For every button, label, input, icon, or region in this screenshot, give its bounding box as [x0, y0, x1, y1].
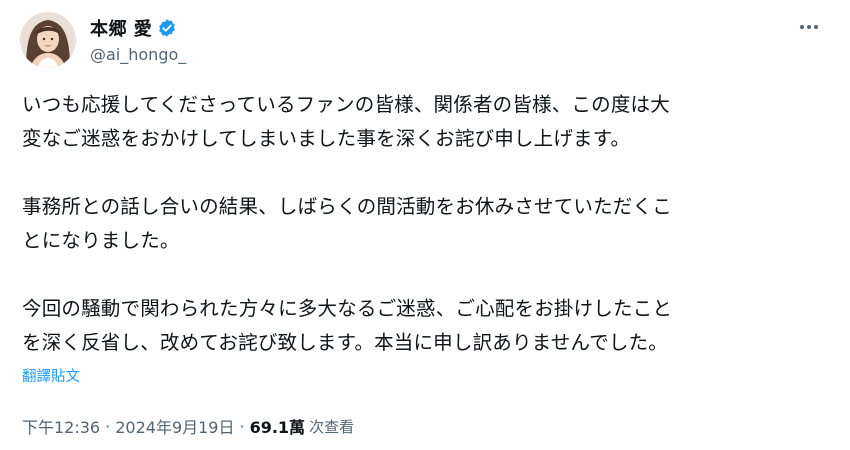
post-header: 本郷 愛 @ai_hongo_ [20, 12, 830, 70]
post-meta: 下午12:36 · 2024年9月19日 · 69.1萬 次查看 [22, 414, 354, 438]
views-label: 次查看 [309, 417, 355, 436]
views-count: 69.1萬 [249, 418, 306, 437]
avatar-photo [20, 12, 76, 68]
post-text: いつも応援してくださっているファンの皆様、関係者の皆様、この度は大 変なご迷惑を… [22, 93, 673, 354]
name-row: 本郷 愛 [90, 15, 177, 41]
meta-separator: · [239, 416, 245, 436]
post-date[interactable]: 2024年9月19日 [115, 414, 234, 438]
avatar[interactable] [20, 12, 76, 68]
verified-badge-icon [157, 18, 177, 38]
meta-separator: · [105, 416, 111, 436]
author-handle[interactable]: @ai_hongo_ [90, 45, 186, 64]
more-options-icon [800, 25, 818, 29]
translate-post-link[interactable]: 翻譯貼文 [22, 365, 80, 386]
display-name[interactable]: 本郷 愛 [90, 15, 152, 41]
post-time[interactable]: 下午12:36 [22, 414, 100, 438]
more-options-button[interactable] [792, 14, 826, 40]
